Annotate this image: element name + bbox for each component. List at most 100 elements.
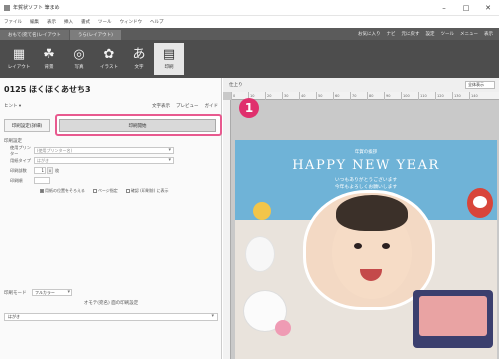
menu-item-insert[interactable]: 挿入 <box>64 19 73 25</box>
page-range-option[interactable]: ページ指定 <box>92 187 118 194</box>
minimize-button[interactable]: – <box>433 4 455 12</box>
copies-stepper[interactable]: ⇕ <box>47 167 53 174</box>
navi-link[interactable]: ナビ <box>387 31 396 37</box>
preview-panel: 仕上り 全体表示 0 10 20 30 40 50 60 70 80 90 10… <box>223 78 499 359</box>
preview-label: 仕上り <box>229 83 243 88</box>
menu-item-help[interactable]: ヘルプ <box>150 19 164 25</box>
zoom-select[interactable]: 全体表示 <box>465 81 495 89</box>
print-mode-label: 印刷モード <box>4 290 27 296</box>
document-title: 0125 ほくほくあせち3 <box>4 85 91 94</box>
illustration-icon: ✿ <box>103 47 115 62</box>
photo-icon: ◎ <box>73 47 85 62</box>
ruler-tick: 100 <box>401 91 418 100</box>
background-icon: ☘ <box>43 47 55 62</box>
toolbar-print-label: 印刷 <box>164 65 174 70</box>
toolbar-layout-label: レイアウト <box>7 65 31 70</box>
confirm-label: 確認 (印刷前) に表示 <box>130 187 169 193</box>
hint-dropdown[interactable]: ヒント ▾ <box>4 103 21 109</box>
vertical-ruler <box>223 100 231 359</box>
ruler-tick: 90 <box>384 91 401 100</box>
copies-input[interactable]: 1 <box>34 167 46 174</box>
front-paper-select[interactable]: はがき <box>4 313 218 321</box>
toolbar-photo-button[interactable]: ◎ 写真 <box>64 43 94 75</box>
main-toolbar: ▦ レイアウト ☘ 背景 ◎ 写真 ✿ イラスト あ 文字 ▤ 印刷 <box>0 40 499 78</box>
print-mode-row: 印刷モード フルカラー <box>4 288 218 297</box>
menu-link[interactable]: メニュー <box>460 31 478 37</box>
settings-link[interactable]: 設定 <box>426 31 435 37</box>
menu-bar: ファイル 編集 表示 挿入 書式 ツール ウィンドウ ヘルプ <box>0 16 499 28</box>
ruler-tick: 110 <box>418 91 435 100</box>
print-mode-select[interactable]: フルカラー <box>32 289 72 296</box>
ruler-tick: 20 <box>265 91 282 100</box>
menu-item-view[interactable]: 表示 <box>47 19 56 25</box>
close-button[interactable]: ✕ <box>477 4 499 12</box>
card-title: HAPPY NEW YEAR <box>292 158 440 173</box>
preview-header: 仕上り <box>223 78 499 92</box>
order-select[interactable] <box>34 177 50 184</box>
favorites-link[interactable]: お気に入り <box>358 31 381 37</box>
menu-item-format[interactable]: 書式 <box>81 19 90 25</box>
card-message-line-2: 今年もよろしくお願いします <box>334 185 398 190</box>
tools-link[interactable]: ツール <box>441 31 455 37</box>
card-small-text: 年賀の挨拶 <box>354 150 378 155</box>
preview-toggle[interactable]: プレビュー <box>176 103 199 109</box>
page-range-checkbox[interactable] <box>92 188 97 193</box>
order-row: 印刷順 <box>4 176 218 185</box>
text-display-toggle[interactable]: 文字表示 <box>152 103 170 109</box>
card-message-line-1: いつもありがとうございます <box>334 178 398 183</box>
snowman-illustration <box>245 236 275 272</box>
ruler-tick: 80 <box>367 91 384 100</box>
toolbar-text-button[interactable]: あ 文字 <box>124 43 154 75</box>
menu-item-file[interactable]: ファイル <box>4 19 22 25</box>
paper-type-label: 用紙タイプ <box>10 157 31 163</box>
menu-item-window[interactable]: ウィンドウ <box>120 19 143 25</box>
front-settings-caption: オモテ(宛名) 面の印刷設定 <box>83 301 139 306</box>
ruler-tick: 30 <box>282 91 299 100</box>
photo-eye-right <box>382 243 390 249</box>
printer-select[interactable]: (使用プリンター名) <box>34 147 174 154</box>
align-paper-option[interactable]: 用紙の位置をそろえる <box>40 188 85 194</box>
toolbar-background-label: 背景 <box>44 65 54 70</box>
display-link[interactable]: 表示 <box>484 31 493 37</box>
ruler-tick: 70 <box>350 91 367 100</box>
toolbar-illustration-label: イラスト <box>100 65 118 70</box>
maximize-button[interactable]: □ <box>455 4 477 12</box>
align-paper-checkbox[interactable] <box>40 188 44 193</box>
toolbar-background-button[interactable]: ☘ 背景 <box>34 43 64 75</box>
tab-back-layout[interactable]: うら(レイアウト) <box>69 30 121 40</box>
print-icon: ▤ <box>162 47 176 62</box>
photo-eye-left <box>354 243 362 249</box>
ruler-tick: 120 <box>435 91 452 100</box>
printer-label: 使用プリンター <box>10 144 31 156</box>
tabbar-actions: お気に入り ナビ 元に戻す 設定 ツール メニュー 表示 <box>358 28 499 40</box>
page-range-label: ページ指定 <box>97 187 118 193</box>
section-title: 印刷設定 <box>4 139 22 144</box>
undo-link[interactable]: 元に戻す <box>402 31 420 37</box>
daruma-illustration <box>467 188 493 218</box>
paper-type-select[interactable]: はがき <box>34 157 174 164</box>
title-bar: 年賀状ソフト 筆まめ – □ ✕ <box>0 0 499 16</box>
text-icon: あ <box>132 47 146 62</box>
confirm-option[interactable]: 確認 (印刷前) に表示 <box>125 187 169 194</box>
align-paper-label: 用紙の位置をそろえる <box>45 187 85 193</box>
tab-front-layout[interactable]: おもて(宛て名)レイアウト <box>0 30 69 40</box>
toolbar-illustration-button[interactable]: ✿ イラスト <box>94 43 124 75</box>
pink-flower-illustration <box>275 320 291 336</box>
gold-ornament-illustration <box>253 202 271 220</box>
photo-hair <box>336 195 408 231</box>
ruler-tick: 50 <box>316 91 333 100</box>
toolbar-print-button[interactable]: ▤ 印刷 <box>154 43 184 75</box>
toolbar-layout-button[interactable]: ▦ レイアウト <box>4 43 34 75</box>
menu-item-tools[interactable]: ツール <box>98 19 112 25</box>
view-options: 文字表示 プレビュー ガイド <box>152 103 218 109</box>
guide-toggle[interactable]: ガイド <box>205 103 219 109</box>
printer-row: 使用プリンター (使用プリンター名) <box>4 144 218 156</box>
new-year-card-preview[interactable]: 年賀の挨拶 HAPPY NEW YEAR いつもありがとうございます 今年もよろ… <box>235 140 497 359</box>
menu-item-edit[interactable]: 編集 <box>30 19 39 25</box>
app-icon <box>4 4 10 11</box>
confirm-checkbox[interactable] <box>125 188 130 193</box>
start-print-button[interactable]: 印刷開始 <box>59 119 216 132</box>
print-detail-settings-button[interactable]: 印刷設定(詳細) <box>4 119 50 132</box>
copies-unit: 枚 <box>55 167 60 173</box>
print-options: 用紙の位置をそろえる ページ指定 確認 (印刷前) に表示 <box>4 186 218 195</box>
